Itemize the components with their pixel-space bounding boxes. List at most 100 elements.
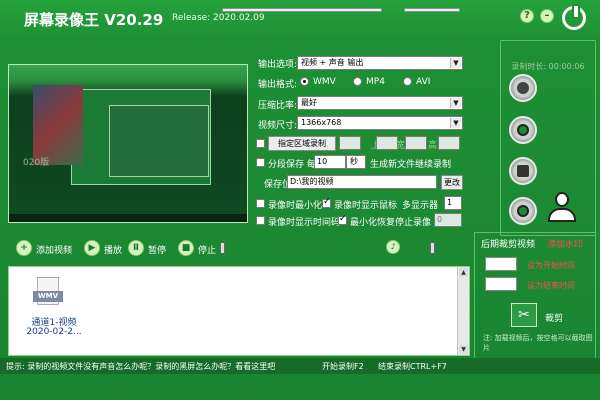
stop-record-button[interactable] [509,157,537,185]
format-label-avi: AVI [416,77,431,87]
format-radio-mp4[interactable] [353,77,362,86]
set-end-time-link[interactable]: 设为结束时间 [527,280,575,291]
status-tip-link[interactable]: 提示: 录制的视频文件没有声音怎么办呢？录制的黑屏怎么办呢？看看这里吧 [6,361,275,372]
release-date: Release: 2020.02.09 [172,13,265,23]
show-timecode-label: 录像时显示时间码 [268,218,341,228]
segment-unit-value: 秒 [350,157,358,166]
format-label-wmv: WMV [313,77,336,87]
preview-watermark: 020版 [23,158,50,168]
status-bar: 提示: 录制的视频文件没有声音怎么办呢？录制的黑屏怎么办呢？看看这里吧 开始录制… [0,358,600,374]
region-height-label: 高 [428,141,438,151]
app-window: 屏幕录像王 V20.29 Release: 2020.02.09 ? – 020… [0,0,600,400]
volume-thumb[interactable] [430,242,435,254]
stop-hotkey-text: 结束录制CTRL+F7 [378,362,447,371]
scissors-icon[interactable]: ✂ [511,303,537,327]
end-time-field[interactable] [485,277,517,291]
file-list-scrollbar[interactable]: ▲ ▼ [457,267,469,355]
video-size-label: 视频尺寸: [258,121,298,131]
segment-value-field[interactable]: 10 [314,155,346,169]
region-left-field[interactable] [339,136,361,150]
add-video-button[interactable]: + 添加视频 [16,240,86,256]
stop-label: 停止 [198,246,217,256]
region-top-field[interactable] [376,136,398,150]
restore-value-field[interactable]: 0 [434,213,462,227]
start-hotkey-text: 开始录制F2 [322,362,364,371]
volume-icon[interactable]: ♪ [386,240,400,254]
chevron-down-icon: ▼ [450,98,461,108]
add-video-label: 添加视频 [36,246,73,256]
play-label: 播放 [104,246,123,256]
record-icon [517,82,529,94]
output-option-label: 输出选项: [258,60,298,70]
support-avatar-icon[interactable] [546,190,578,224]
pause-button[interactable]: Ⅱ 暂停 [128,240,172,256]
compression-label: 压缩比率: [258,101,298,111]
post-edit-title[interactable]: 后期裁剪视频 [481,237,535,250]
multi-display-field[interactable]: 1 [444,196,462,210]
stop-icon: ■ [178,240,194,256]
seek-thumb[interactable] [220,242,225,254]
wmv-file-icon: WMV [33,277,63,313]
power-icon[interactable] [562,4,586,30]
scroll-down-icon[interactable]: ▼ [459,345,468,354]
format-label-mp4: MP4 [366,77,385,87]
record-duration: 录制时长: 00:00:06 [511,62,585,71]
file-date: 2020-02-2... [26,327,82,337]
video-size-value: 1366x768 [301,118,342,127]
minimize-restore-label: 最小化恢复停止录像 [350,218,432,228]
start-time-field[interactable] [485,257,517,271]
preview-window-inner [109,105,209,177]
format-radio-avi[interactable] [403,77,412,86]
preview-photo [33,85,83,165]
minimize-on-record-label: 录像时最小化 [268,201,323,211]
volume-slider[interactable] [404,8,460,12]
help-button[interactable]: ? [520,9,534,23]
output-option-value: 视频 + 声音 输出 [301,58,364,67]
post-edit-note: 注: 加载视频后，按空格可以截取图片 [483,334,593,352]
pause-record-button[interactable] [509,116,537,144]
show-timecode-checkbox[interactable] [256,216,265,225]
plus-icon: + [16,240,32,256]
screenshot-button[interactable] [509,197,537,225]
region-checkbox[interactable] [256,139,265,148]
chevron-down-icon: ▼ [450,118,461,128]
region-height-field[interactable] [438,136,460,150]
segment-suffix-label: 生成新文件继续录制 [370,160,452,170]
segment-checkbox[interactable] [256,158,265,167]
region-width-label: 宽 [396,141,406,151]
stop-button[interactable]: ■ 停止 [178,240,222,256]
recording-preview: 020版 [8,64,248,223]
region-record-button[interactable]: 指定区域录制 [268,136,336,151]
minimize-restore-checkbox[interactable] [338,214,347,225]
show-cursor-checkbox[interactable] [322,197,331,208]
minimize-button[interactable]: – [540,9,554,23]
seek-slider[interactable] [222,8,382,12]
scroll-up-icon[interactable]: ▲ [459,268,468,277]
title-bar: 屏幕录像王 V20.29 Release: 2020.02.09 ? – [0,0,600,36]
region-width-field[interactable] [405,136,427,150]
show-cursor-label: 录像时显示鼠标 [334,201,398,211]
minimize-on-record-checkbox[interactable] [256,199,265,208]
avatar-head [555,192,569,207]
compression-value: 最好 [301,98,317,107]
video-size-select[interactable]: 1366x768 ▼ [297,116,463,130]
change-path-button[interactable]: 更改 [441,175,463,190]
cut-label[interactable]: 裁剪 [545,311,563,324]
segment-unit-select[interactable]: 秒 [346,155,366,169]
record-button[interactable] [509,74,537,102]
compression-select[interactable]: 最好 ▼ [297,96,463,110]
pause-label: 暂停 [148,246,167,256]
file-type-tag: WMV [33,291,63,302]
output-option-select[interactable]: 视频 + 声音 输出 ▼ [297,56,463,70]
stop-icon [517,165,529,177]
save-path-field[interactable]: D:\我的视频 [287,175,437,189]
chevron-down-icon: ▼ [450,58,461,68]
format-radio-wmv[interactable] [300,77,309,86]
play-button[interactable]: ▶ 播放 [84,240,128,256]
segment-label: 分段保存 每 [268,160,316,170]
avatar-body [548,208,576,222]
post-edit-panel: 后期裁剪视频 添加水印 设为开始时间 设为结束时间 ✂ 裁剪 注: 加载视频后，… [474,232,596,360]
pause-icon [517,124,529,136]
add-watermark-link[interactable]: 添加水印 [547,237,583,250]
set-start-time-link[interactable]: 设为开始时间 [527,260,575,271]
